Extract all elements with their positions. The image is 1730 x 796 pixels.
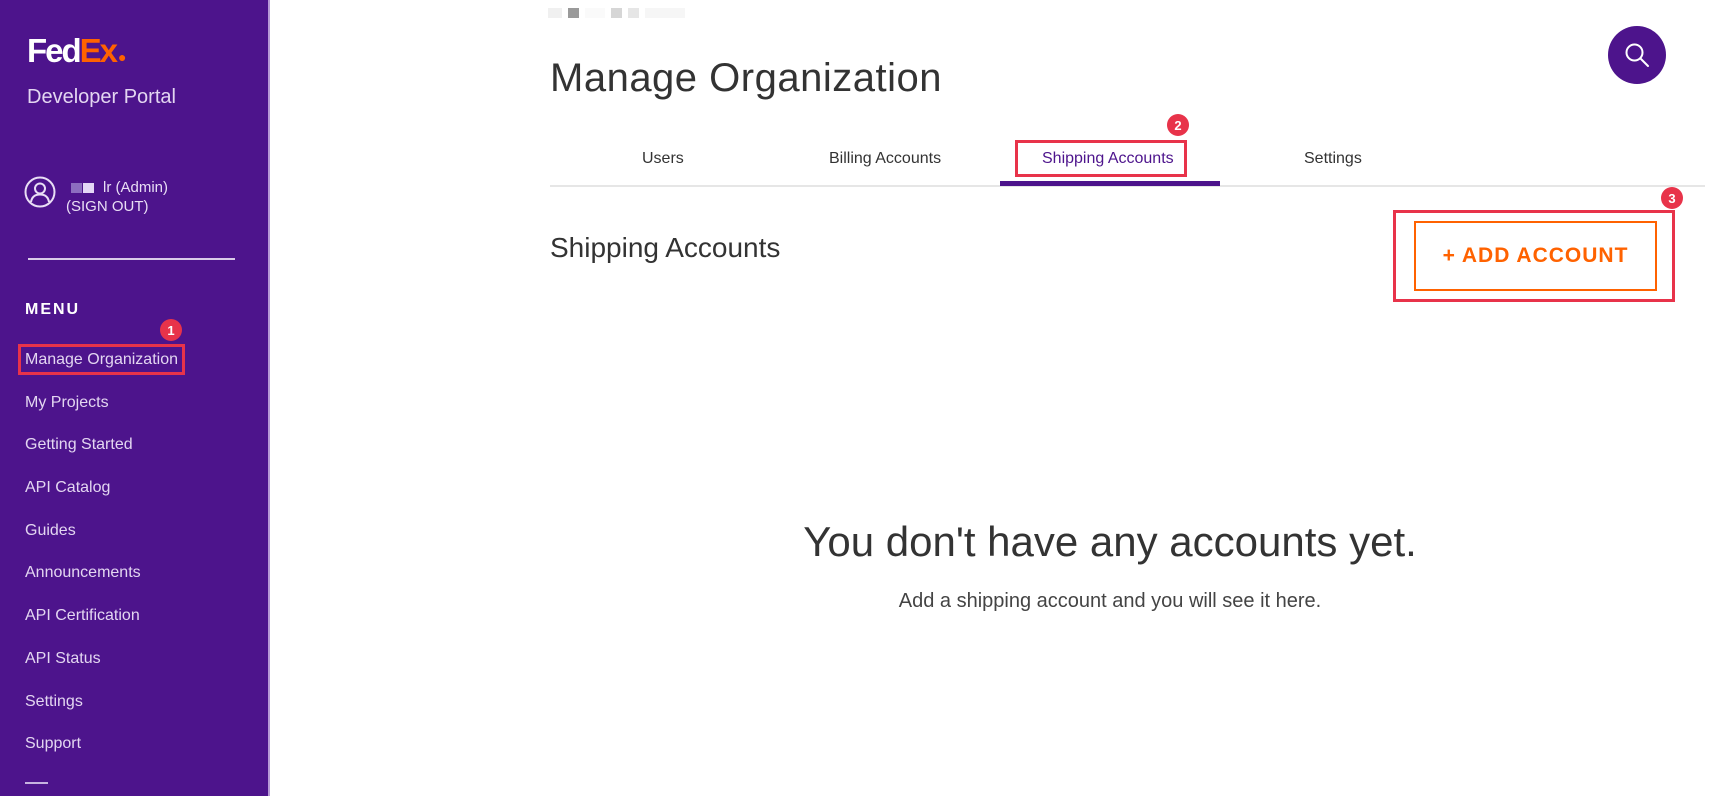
user-name: lr (Admin) <box>71 178 168 197</box>
sidebar-item-label: API Catalog <box>25 479 111 497</box>
redacted-breadcrumb <box>628 8 639 18</box>
section-title: Shipping Accounts <box>550 232 781 263</box>
annotation-badge: 3 <box>1661 187 1683 209</box>
logo-fed: Fed <box>27 32 82 69</box>
empty-state-title: You don't have any accounts yet. <box>803 518 1417 565</box>
menu-title: MENU <box>25 301 81 318</box>
sidebar-item-getting-started[interactable]: Getting Started <box>25 435 178 478</box>
logo-dot: ● <box>118 49 127 65</box>
user-avatar-icon <box>24 176 56 208</box>
sidebar-item-label: Settings <box>25 692 83 710</box>
sign-out-link[interactable]: (SIGN OUT) <box>66 197 168 216</box>
tab-users[interactable]: Users <box>642 150 684 168</box>
sidebar-item-settings[interactable]: Settings <box>25 692 178 735</box>
redacted-breadcrumb <box>611 8 622 18</box>
sidebar-item-manage-organization[interactable]: Manage Organization <box>18 344 185 393</box>
redacted-name <box>71 182 82 193</box>
tab-billing-accounts[interactable]: Billing Accounts <box>829 150 941 168</box>
page-title: Manage Organization <box>550 56 942 100</box>
sidebar-bottom-divider <box>25 782 48 784</box>
sidebar-item-label: My Projects <box>25 393 109 411</box>
redacted-breadcrumb <box>585 8 605 18</box>
annotation-badge: 1 <box>160 319 182 341</box>
portal-name: Developer Portal <box>27 86 176 108</box>
sidebar-item-my-projects[interactable]: My Projects <box>25 393 178 436</box>
annotation-badge: 2 <box>1167 114 1189 136</box>
sidebar: FedEx ● Developer Portal lr (Admin) (SIGN… <box>0 0 270 796</box>
redacted-breadcrumb <box>548 8 562 18</box>
sidebar-item-api-status[interactable]: API Status <box>25 649 178 692</box>
sidebar-divider <box>28 258 235 260</box>
redacted-name <box>83 182 94 193</box>
sidebar-item-support[interactable]: Support <box>25 734 178 777</box>
annotation-highlight <box>1015 140 1187 177</box>
sidebar-item-label: Announcements <box>25 564 141 582</box>
redacted-breadcrumb <box>645 8 685 18</box>
search-button[interactable] <box>1608 26 1666 84</box>
active-tab-indicator <box>1000 181 1220 186</box>
empty-state-subtitle: Add a shipping account and you will see … <box>898 590 1322 612</box>
user-role: lr (Admin) <box>103 179 169 196</box>
redacted-breadcrumb <box>568 8 579 18</box>
search-icon <box>1625 43 1649 67</box>
sidebar-item-label: Getting Started <box>25 436 133 454</box>
fedex-logo[interactable]: FedEx ● <box>27 34 127 67</box>
sidebar-item-api-catalog[interactable]: API Catalog <box>25 478 178 521</box>
page: FedEx ● Developer Portal lr (Admin) (SIGN… <box>0 0 1730 796</box>
add-account-button[interactable]: + ADD ACCOUNT <box>1414 221 1657 291</box>
tab-settings[interactable]: Settings <box>1304 150 1362 168</box>
user-info: lr (Admin) (SIGN OUT) <box>24 176 168 216</box>
sidebar-item-label: API Status <box>25 649 101 667</box>
logo-ex: Ex <box>79 32 118 69</box>
sidebar-item-label: Manage Organization <box>18 344 185 375</box>
sidebar-item-label: Support <box>25 735 82 753</box>
tab-bar: Users Billing Accounts Shipping Accounts… <box>550 130 1705 187</box>
breadcrumb <box>548 8 685 18</box>
